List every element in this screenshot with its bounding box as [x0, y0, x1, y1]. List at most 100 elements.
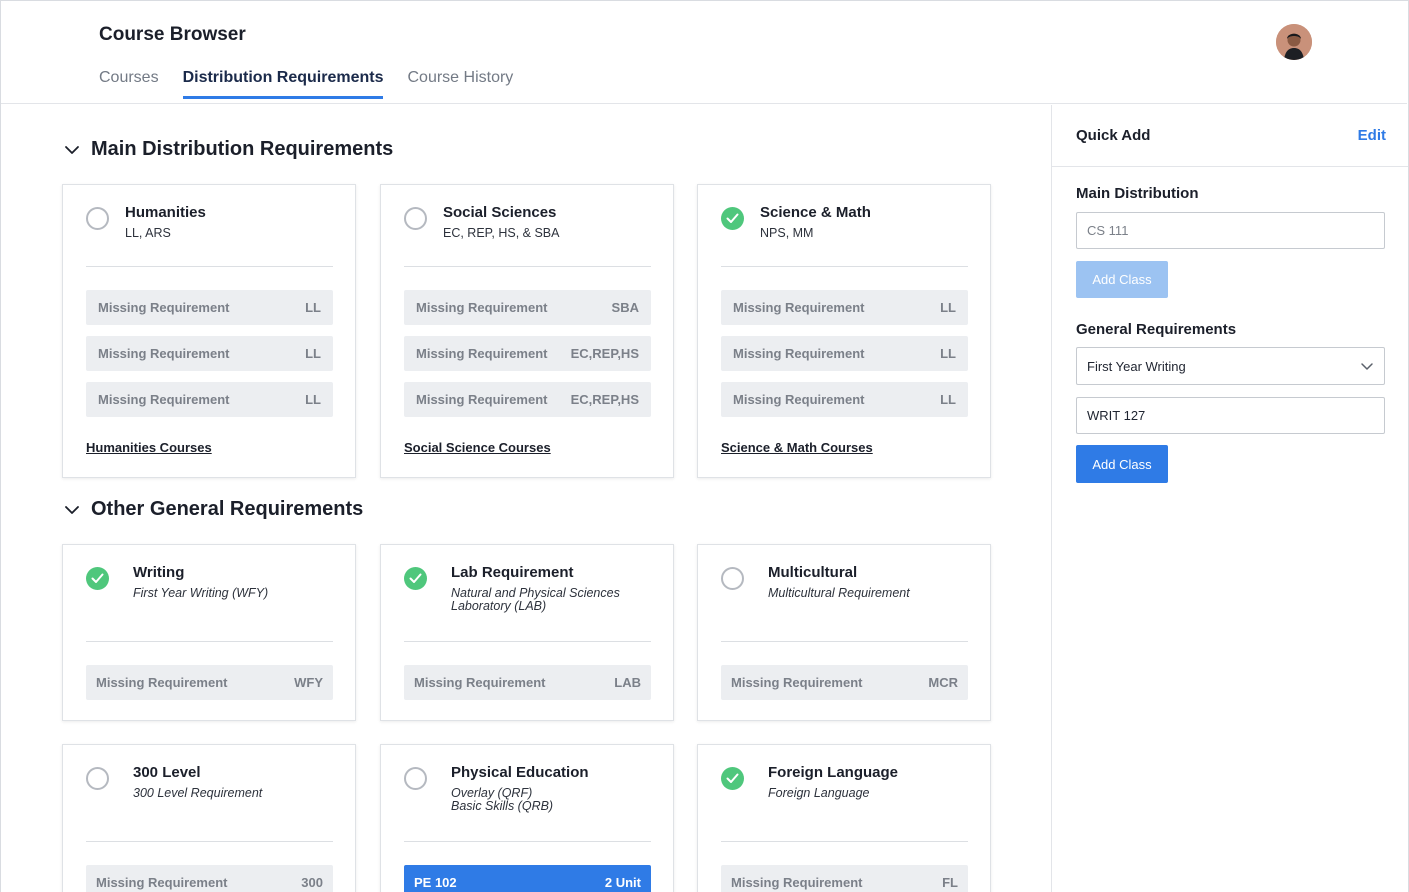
card-title: Humanities	[125, 204, 206, 221]
add-class-button[interactable]: Add Class	[1076, 445, 1168, 483]
card-title: Science & Math	[760, 204, 871, 221]
incomplete-circle-icon	[404, 207, 427, 230]
divider	[721, 266, 968, 267]
requirement-label: Missing Requirement	[98, 392, 230, 407]
requirement-row[interactable]: Missing Requirement LAB	[404, 665, 651, 700]
card-writing: Writing First Year Writing (WFY) Missing…	[62, 544, 356, 721]
requirement-row[interactable]: Missing Requirement LL	[721, 290, 968, 325]
requirement-label: Missing Requirement	[733, 392, 865, 407]
social-science-courses-link[interactable]: Social Science Courses	[404, 440, 551, 455]
app-title: Course Browser	[99, 24, 246, 45]
requirement-label: Missing Requirement	[96, 675, 228, 690]
requirement-row[interactable]: Missing Requirement 300	[86, 865, 333, 892]
quick-add-header: Quick Add Edit	[1052, 105, 1408, 167]
card-title: Multicultural	[768, 564, 858, 581]
check-circle-icon	[721, 767, 744, 790]
requirement-code: LAB	[614, 675, 641, 690]
check-circle-icon	[404, 567, 427, 590]
requirement-label: Missing Requirement	[96, 875, 228, 890]
incomplete-circle-icon	[404, 767, 427, 790]
requirement-row[interactable]: Missing Requirement LL	[86, 290, 333, 325]
card-physical-education: Physical Education Overlay (QRF) Basic S…	[380, 744, 674, 892]
check-circle-icon	[86, 567, 109, 590]
card-humanities: Humanities LL, ARS Missing Requirement LL…	[62, 184, 356, 478]
edit-link[interactable]: Edit	[1358, 127, 1386, 144]
incomplete-circle-icon	[86, 207, 109, 230]
card-subtitle-line: Laboratory (LAB)	[451, 599, 547, 613]
requirement-row[interactable]: Missing Requirement LL	[721, 336, 968, 371]
requirement-code: LL	[940, 346, 956, 361]
humanities-courses-link[interactable]: Humanities Courses	[86, 440, 212, 455]
main-distribution-input[interactable]	[1076, 212, 1385, 249]
user-avatar-image	[1276, 24, 1312, 60]
divider	[86, 641, 333, 642]
requirement-row[interactable]: Missing Requirement FL	[721, 865, 968, 892]
general-requirements-label: General Requirements	[1076, 321, 1237, 338]
top-header: Course Browser Courses Distribution Requ…	[1, 1, 1407, 104]
requirement-row[interactable]: Missing Requirement EC,REP,HS	[404, 382, 651, 417]
tab-distribution-requirements[interactable]: Distribution Requirements	[182, 69, 383, 99]
science-math-courses-link[interactable]: Science & Math Courses	[721, 440, 873, 455]
requirement-code: SBA	[611, 300, 639, 315]
requirement-row[interactable]: Missing Requirement WFY	[86, 665, 333, 700]
requirement-label: Missing Requirement	[731, 675, 863, 690]
requirement-row[interactable]: Missing Requirement LL	[721, 382, 968, 417]
requirement-label: Missing Requirement	[733, 346, 865, 361]
main-content: Main Distribution Requirements Humanitie…	[1, 105, 1051, 892]
add-class-button-disabled[interactable]: Add Class	[1076, 261, 1168, 298]
incomplete-circle-icon	[721, 567, 744, 590]
requirement-row[interactable]: Missing Requirement LL	[86, 382, 333, 417]
course-code: PE 102	[414, 875, 457, 890]
chevron-down-icon	[65, 505, 79, 514]
completed-course-row[interactable]: PE 102 2 Unit	[404, 865, 651, 892]
requirement-code: FL	[942, 875, 958, 890]
general-requirements-select[interactable]: First Year Writing	[1076, 347, 1385, 385]
card-lab-requirement: Lab Requirement Natural and Physical Sci…	[380, 544, 674, 721]
requirement-code: LL	[305, 392, 321, 407]
card-foreign-language: Foreign Language Foreign Language Missin…	[697, 744, 991, 892]
card-title: Foreign Language	[768, 764, 899, 781]
requirement-label: Missing Requirement	[416, 346, 548, 361]
chevron-down-icon	[1361, 363, 1373, 370]
requirement-code: EC,REP,HS	[570, 346, 639, 361]
card-subtitle: Natural and Physical Sciences Laboratory…	[451, 587, 620, 613]
requirement-row[interactable]: Missing Requirement EC,REP,HS	[404, 336, 651, 371]
requirement-row[interactable]: Missing Requirement LL	[86, 336, 333, 371]
requirement-code: WFY	[294, 675, 323, 690]
other-requirements-section-header[interactable]: Other General Requirements	[63, 498, 363, 521]
card-subtitle: LL, ARS	[125, 226, 171, 240]
tab-courses[interactable]: Courses	[99, 69, 159, 99]
quick-add-title: Quick Add	[1076, 127, 1151, 144]
requirement-label: Missing Requirement	[416, 392, 548, 407]
main-distribution-section-header[interactable]: Main Distribution Requirements	[63, 138, 393, 161]
main-distribution-label: Main Distribution	[1076, 185, 1199, 202]
card-subtitle: Foreign Language	[768, 786, 870, 800]
requirement-row[interactable]: Missing Requirement MCR	[721, 665, 968, 700]
card-multicultural: Multicultural Multicultural Requirement …	[697, 544, 991, 721]
card-subtitle: Overlay (QRF) Basic Skills (QRB)	[451, 787, 553, 813]
section-title: Main Distribution Requirements	[91, 138, 394, 160]
card-title: Writing	[133, 564, 185, 581]
divider	[86, 841, 333, 842]
requirement-code: 300	[301, 875, 323, 890]
card-title: Physical Education	[451, 764, 589, 781]
select-value: First Year Writing	[1087, 358, 1186, 374]
requirement-row[interactable]: Missing Requirement SBA	[404, 290, 651, 325]
check-circle-icon	[721, 207, 744, 230]
course-units: 2 Unit	[604, 875, 641, 890]
tab-course-history[interactable]: Course History	[407, 69, 513, 99]
requirement-code: LL	[305, 300, 321, 315]
divider	[404, 641, 651, 642]
requirement-label: Missing Requirement	[98, 300, 230, 315]
card-title: Social Sciences	[443, 204, 557, 221]
avatar[interactable]	[1276, 24, 1312, 60]
divider	[721, 841, 968, 842]
requirement-code: EC,REP,HS	[570, 392, 639, 407]
requirement-label: Missing Requirement	[733, 300, 865, 315]
requirement-label: Missing Requirement	[98, 346, 230, 361]
card-subtitle: First Year Writing (WFY)	[133, 586, 269, 600]
general-course-input[interactable]	[1076, 397, 1385, 434]
card-subtitle-line: Basic Skills (QRB)	[451, 799, 554, 813]
card-subtitle: NPS, MM	[760, 226, 814, 240]
card-subtitle: 300 Level Requirement	[133, 786, 263, 800]
